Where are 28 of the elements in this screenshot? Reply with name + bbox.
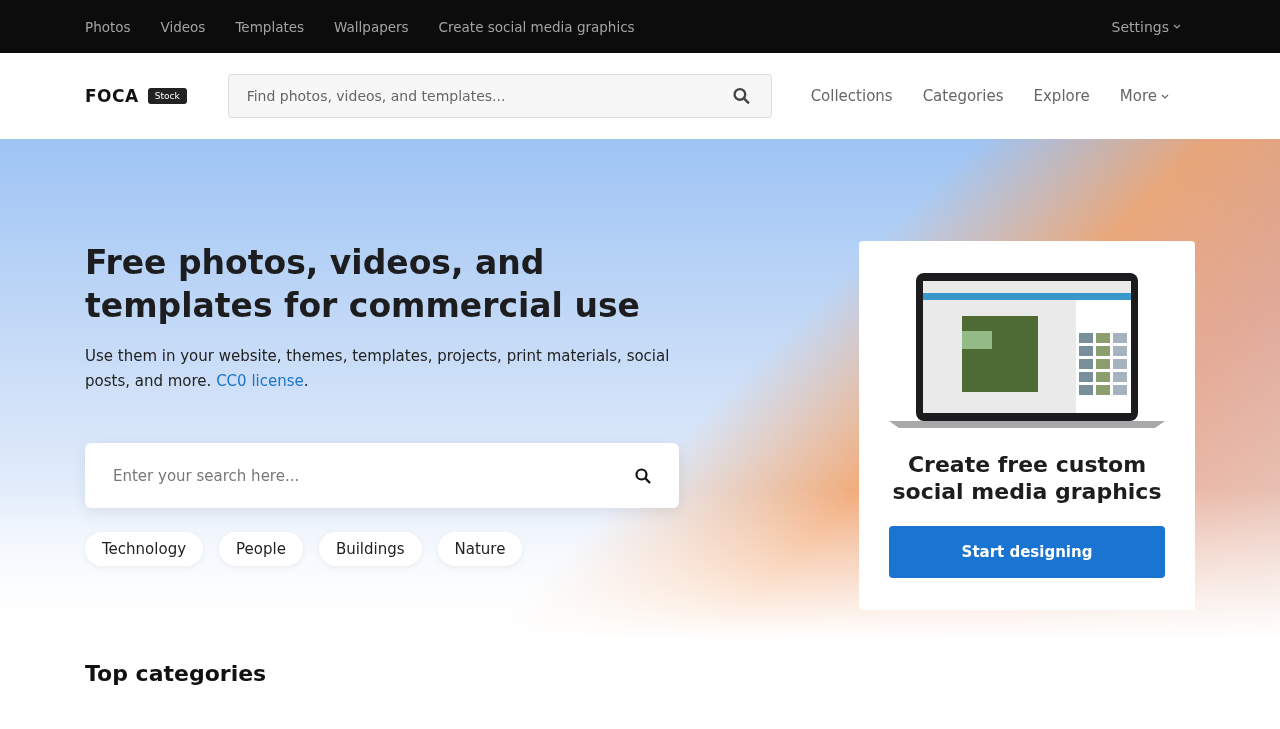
search-field[interactable]: Enter your search here... <box>85 443 679 508</box>
hero-subtitle: Use them in your website, themes, templates, projects, print materials, social posts, and more. CC0 license. <box>85 346 671 392</box>
nav-link[interactable]: Explore <box>1033 87 1090 105</box>
chevron-down-icon <box>1173 24 1181 29</box>
tag-chip[interactable]: Technology <box>85 532 204 566</box>
section-title: Top categories <box>84 660 268 686</box>
promo-title: Create free custom social media graphics <box>891 451 1163 505</box>
tag-chip[interactable]: Buildings <box>318 532 422 566</box>
hero-title: Free photos, videos, and templates for commercial use <box>85 242 641 327</box>
nav-link[interactable]: Collections <box>810 87 893 105</box>
search-icon[interactable] <box>635 467 651 484</box>
start-designing-button[interactable]: Start designing <box>889 526 1165 578</box>
logo[interactable]: FOCA <box>85 86 139 106</box>
settings-menu[interactable]: Settings <box>1111 18 1181 35</box>
logo-badge: Stock <box>147 88 187 104</box>
nav-link[interactable]: Categories <box>922 87 1004 105</box>
nav-link[interactable]: Create social media graphics <box>438 18 635 35</box>
tag-chip[interactable]: Nature <box>437 532 523 566</box>
tag-chip[interactable]: People <box>219 532 303 566</box>
more-menu[interactable]: More <box>1119 87 1169 105</box>
chevron-down-icon <box>1161 93 1169 99</box>
nav-link[interactable]: Videos <box>160 18 206 35</box>
nav-link[interactable]: Photos <box>85 18 131 35</box>
nav-link[interactable]: Wallpapers <box>334 18 409 35</box>
search-icon[interactable] <box>732 87 750 105</box>
license-link[interactable]: CC0 license <box>216 372 304 390</box>
search-field[interactable]: Find photos, videos, and templates... <box>227 74 772 118</box>
nav-link[interactable]: Templates <box>235 18 305 35</box>
